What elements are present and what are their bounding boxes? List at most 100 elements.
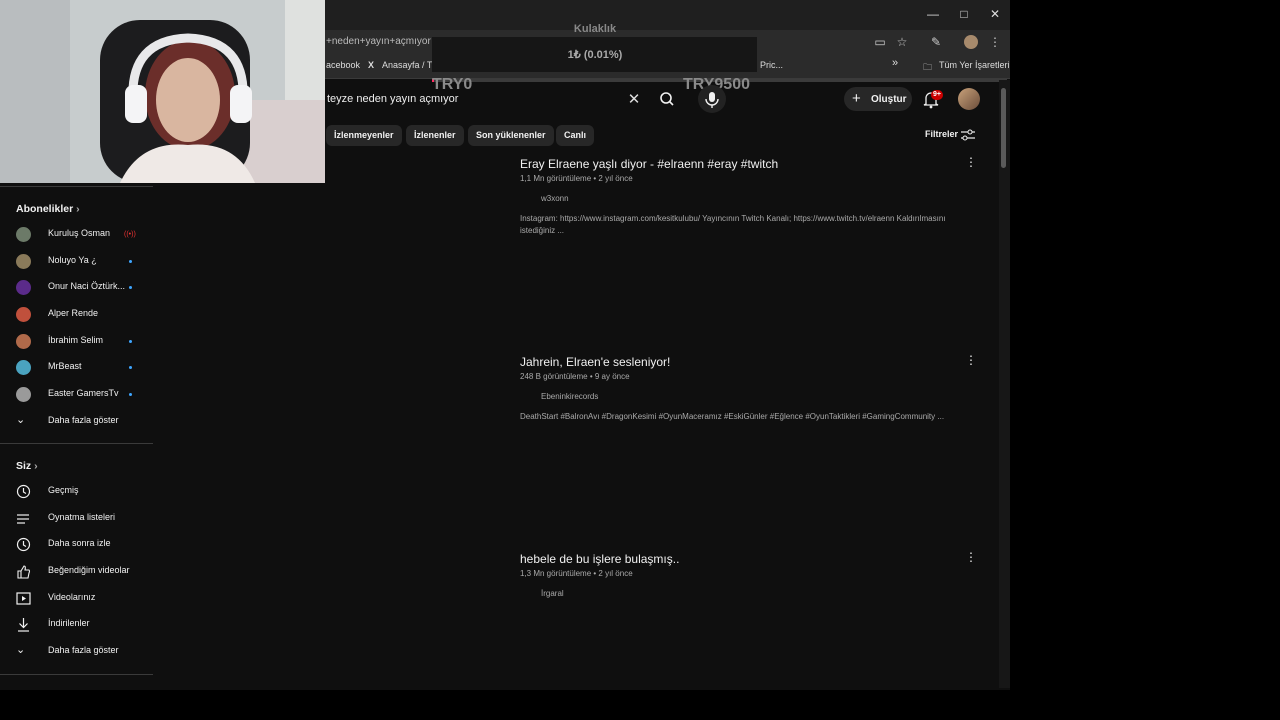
microphone-icon xyxy=(705,92,719,108)
all-bookmarks[interactable]: Tüm Yer İşaretleri xyxy=(939,60,1010,70)
channel-avatar xyxy=(16,307,31,322)
create-button[interactable]: + Oluştur xyxy=(844,87,912,111)
minimize-icon[interactable]: — xyxy=(923,6,943,22)
x-logo-icon: X xyxy=(368,60,375,70)
bookmark-price[interactable]: Pric... xyxy=(760,60,783,70)
sidebar-item-subscription[interactable]: MrBeast xyxy=(16,358,152,378)
watch-later-label: Daha sonra izle xyxy=(48,538,111,548)
scrollbar-thumb[interactable] xyxy=(1001,88,1006,168)
streamer-webcam-image xyxy=(0,0,325,183)
maximize-icon[interactable]: □ xyxy=(954,6,974,22)
subscriptions-heading[interactable]: Abonelikler › xyxy=(16,203,80,215)
sidebar-item-playlists[interactable]: Oynatma listeleri xyxy=(16,509,152,529)
chevron-right-icon: › xyxy=(34,460,38,472)
result-meta: 1,1 Mn görüntüleme • 2 yıl önce xyxy=(520,174,633,183)
sidebar-item-your-videos[interactable]: Videolarınız xyxy=(16,589,152,609)
result-meta: 248 B görüntüleme • 9 ay önce xyxy=(520,372,630,381)
watch-later-icon xyxy=(16,537,31,552)
your-videos-icon xyxy=(16,592,31,605)
notifications-badge: 9+ xyxy=(931,90,943,100)
sidebar-item-subscription[interactable]: Kuruluş Osman ((•)) xyxy=(16,225,152,245)
subscription-label: İbrahim Selim xyxy=(48,335,104,345)
more-bookmarks-icon[interactable]: » xyxy=(892,57,898,69)
chevron-down-icon: ⌄ xyxy=(16,414,26,426)
history-icon xyxy=(16,484,31,499)
new-content-dot xyxy=(129,260,132,263)
search-input[interactable]: teyze neden yayın açmıyor xyxy=(327,93,458,105)
channel-avatar xyxy=(16,254,31,269)
result-channel[interactable]: İrgaral xyxy=(541,589,564,598)
channel-avatar xyxy=(16,280,31,295)
result-description: Instagram: https://www.instagram.com/kes… xyxy=(520,214,946,235)
donation-goal-title: Kulaklık xyxy=(573,23,617,35)
search-icon xyxy=(660,92,674,106)
sidebar-item-subscription[interactable]: Easter GamersTv xyxy=(16,385,152,405)
show-more-label: Daha fazla göster xyxy=(48,415,119,425)
close-icon[interactable]: ✕ xyxy=(985,6,1005,22)
result-title[interactable]: Eray Elraene yaşlı diyor - #elraenn #era… xyxy=(520,157,778,171)
sidebar-item-downloads[interactable]: İndirilenler xyxy=(16,615,152,635)
show-more-label: Daha fazla göster xyxy=(48,645,119,655)
liked-videos-icon xyxy=(17,565,31,579)
sidebar-divider xyxy=(0,674,153,675)
browser-menu-icon[interactable]: ⋮ xyxy=(987,34,1003,50)
plus-icon: + xyxy=(852,90,861,107)
account-avatar[interactable] xyxy=(958,88,980,110)
sidebar-item-watch-later[interactable]: Daha sonra izle xyxy=(16,535,152,555)
liked-videos-label: Beğendiğim videolar xyxy=(48,565,130,575)
new-content-dot xyxy=(129,366,132,369)
sidebar-item-subscription[interactable]: Noluyo Ya ¿ xyxy=(16,252,152,272)
sidebar-item-history[interactable]: Geçmiş xyxy=(16,482,152,502)
sidebar-item-subscription[interactable]: Onur Naci Öztürk... xyxy=(16,278,152,298)
search-button[interactable] xyxy=(654,88,680,110)
sidebar-item-show-more[interactable]: ⌄ Daha fazla göster xyxy=(16,642,152,662)
subscription-label: Easter GamersTv xyxy=(48,388,119,398)
profile-avatar-icon[interactable] xyxy=(964,35,978,49)
you-heading[interactable]: Siz › xyxy=(16,460,38,472)
channel-avatar xyxy=(16,360,31,375)
chip-watched[interactable]: İzlenenler xyxy=(406,125,464,146)
sidebar-divider xyxy=(0,186,153,187)
result-channel[interactable]: w3xonn xyxy=(541,194,569,203)
bookmark-facebook[interactable]: acebook xyxy=(326,60,360,70)
chevron-right-icon: › xyxy=(76,203,80,215)
filters-button[interactable]: Filtreler xyxy=(925,129,958,139)
history-label: Geçmiş xyxy=(48,485,79,495)
folder-icon: 🗀 xyxy=(923,62,933,72)
donation-goal-value: 1₺ (0.01%) xyxy=(567,49,623,61)
bookmark-star-icon[interactable]: ☆ xyxy=(894,34,910,50)
subscription-label: MrBeast xyxy=(48,361,82,371)
install-app-icon[interactable]: ▭ xyxy=(872,34,888,50)
more-options-icon[interactable]: ⋮ xyxy=(965,550,977,564)
sidebar-item-show-more[interactable]: ⌄ Daha fazla göster xyxy=(16,412,152,432)
result-title[interactable]: Jahrein, Elraen'e sesleniyor! xyxy=(520,355,670,369)
sidebar-item-subscription[interactable]: İbrahim Selim xyxy=(16,332,152,352)
channel-avatar xyxy=(16,334,31,349)
subscription-label: Kuruluş Osman xyxy=(48,228,111,238)
address-bar-text[interactable]: +neden+yayın+açmıyor xyxy=(326,36,431,47)
sidebar-item-subscription[interactable]: Alper Rende xyxy=(16,305,152,325)
extensions-icon[interactable]: ✎ xyxy=(928,34,944,50)
more-options-icon[interactable]: ⋮ xyxy=(965,353,977,367)
sidebar-item-liked-videos[interactable]: Beğendiğim videolar xyxy=(16,562,152,582)
subscription-label: Onur Naci Öztürk... xyxy=(48,281,126,291)
playlists-label: Oynatma listeleri xyxy=(48,512,116,522)
chip-unwatched[interactable]: İzlenmeyenler xyxy=(326,125,402,146)
new-content-dot xyxy=(129,393,132,396)
result-channel[interactable]: Ebeninkirecords xyxy=(541,392,598,401)
channel-avatar xyxy=(16,227,31,242)
chip-recently-uploaded[interactable]: Son yüklenenler xyxy=(468,125,554,146)
clear-search-icon[interactable]: ✕ xyxy=(626,90,642,108)
sidebar-divider xyxy=(0,443,153,444)
subscription-label: Alper Rende xyxy=(48,308,99,318)
downloads-icon xyxy=(18,618,29,632)
voice-search-button[interactable] xyxy=(698,85,726,113)
filters-icon[interactable] xyxy=(960,128,976,142)
more-options-icon[interactable]: ⋮ xyxy=(965,155,977,169)
webcam-overlay xyxy=(0,0,325,183)
playlists-icon xyxy=(17,514,29,524)
scrollbar[interactable] xyxy=(999,80,1010,688)
result-meta: 1,3 Mn görüntüleme • 2 yıl önce xyxy=(520,569,633,578)
result-title[interactable]: hebele de bu işlere bulaşmış.. xyxy=(520,552,679,566)
chip-live[interactable]: Canlı xyxy=(556,125,595,146)
